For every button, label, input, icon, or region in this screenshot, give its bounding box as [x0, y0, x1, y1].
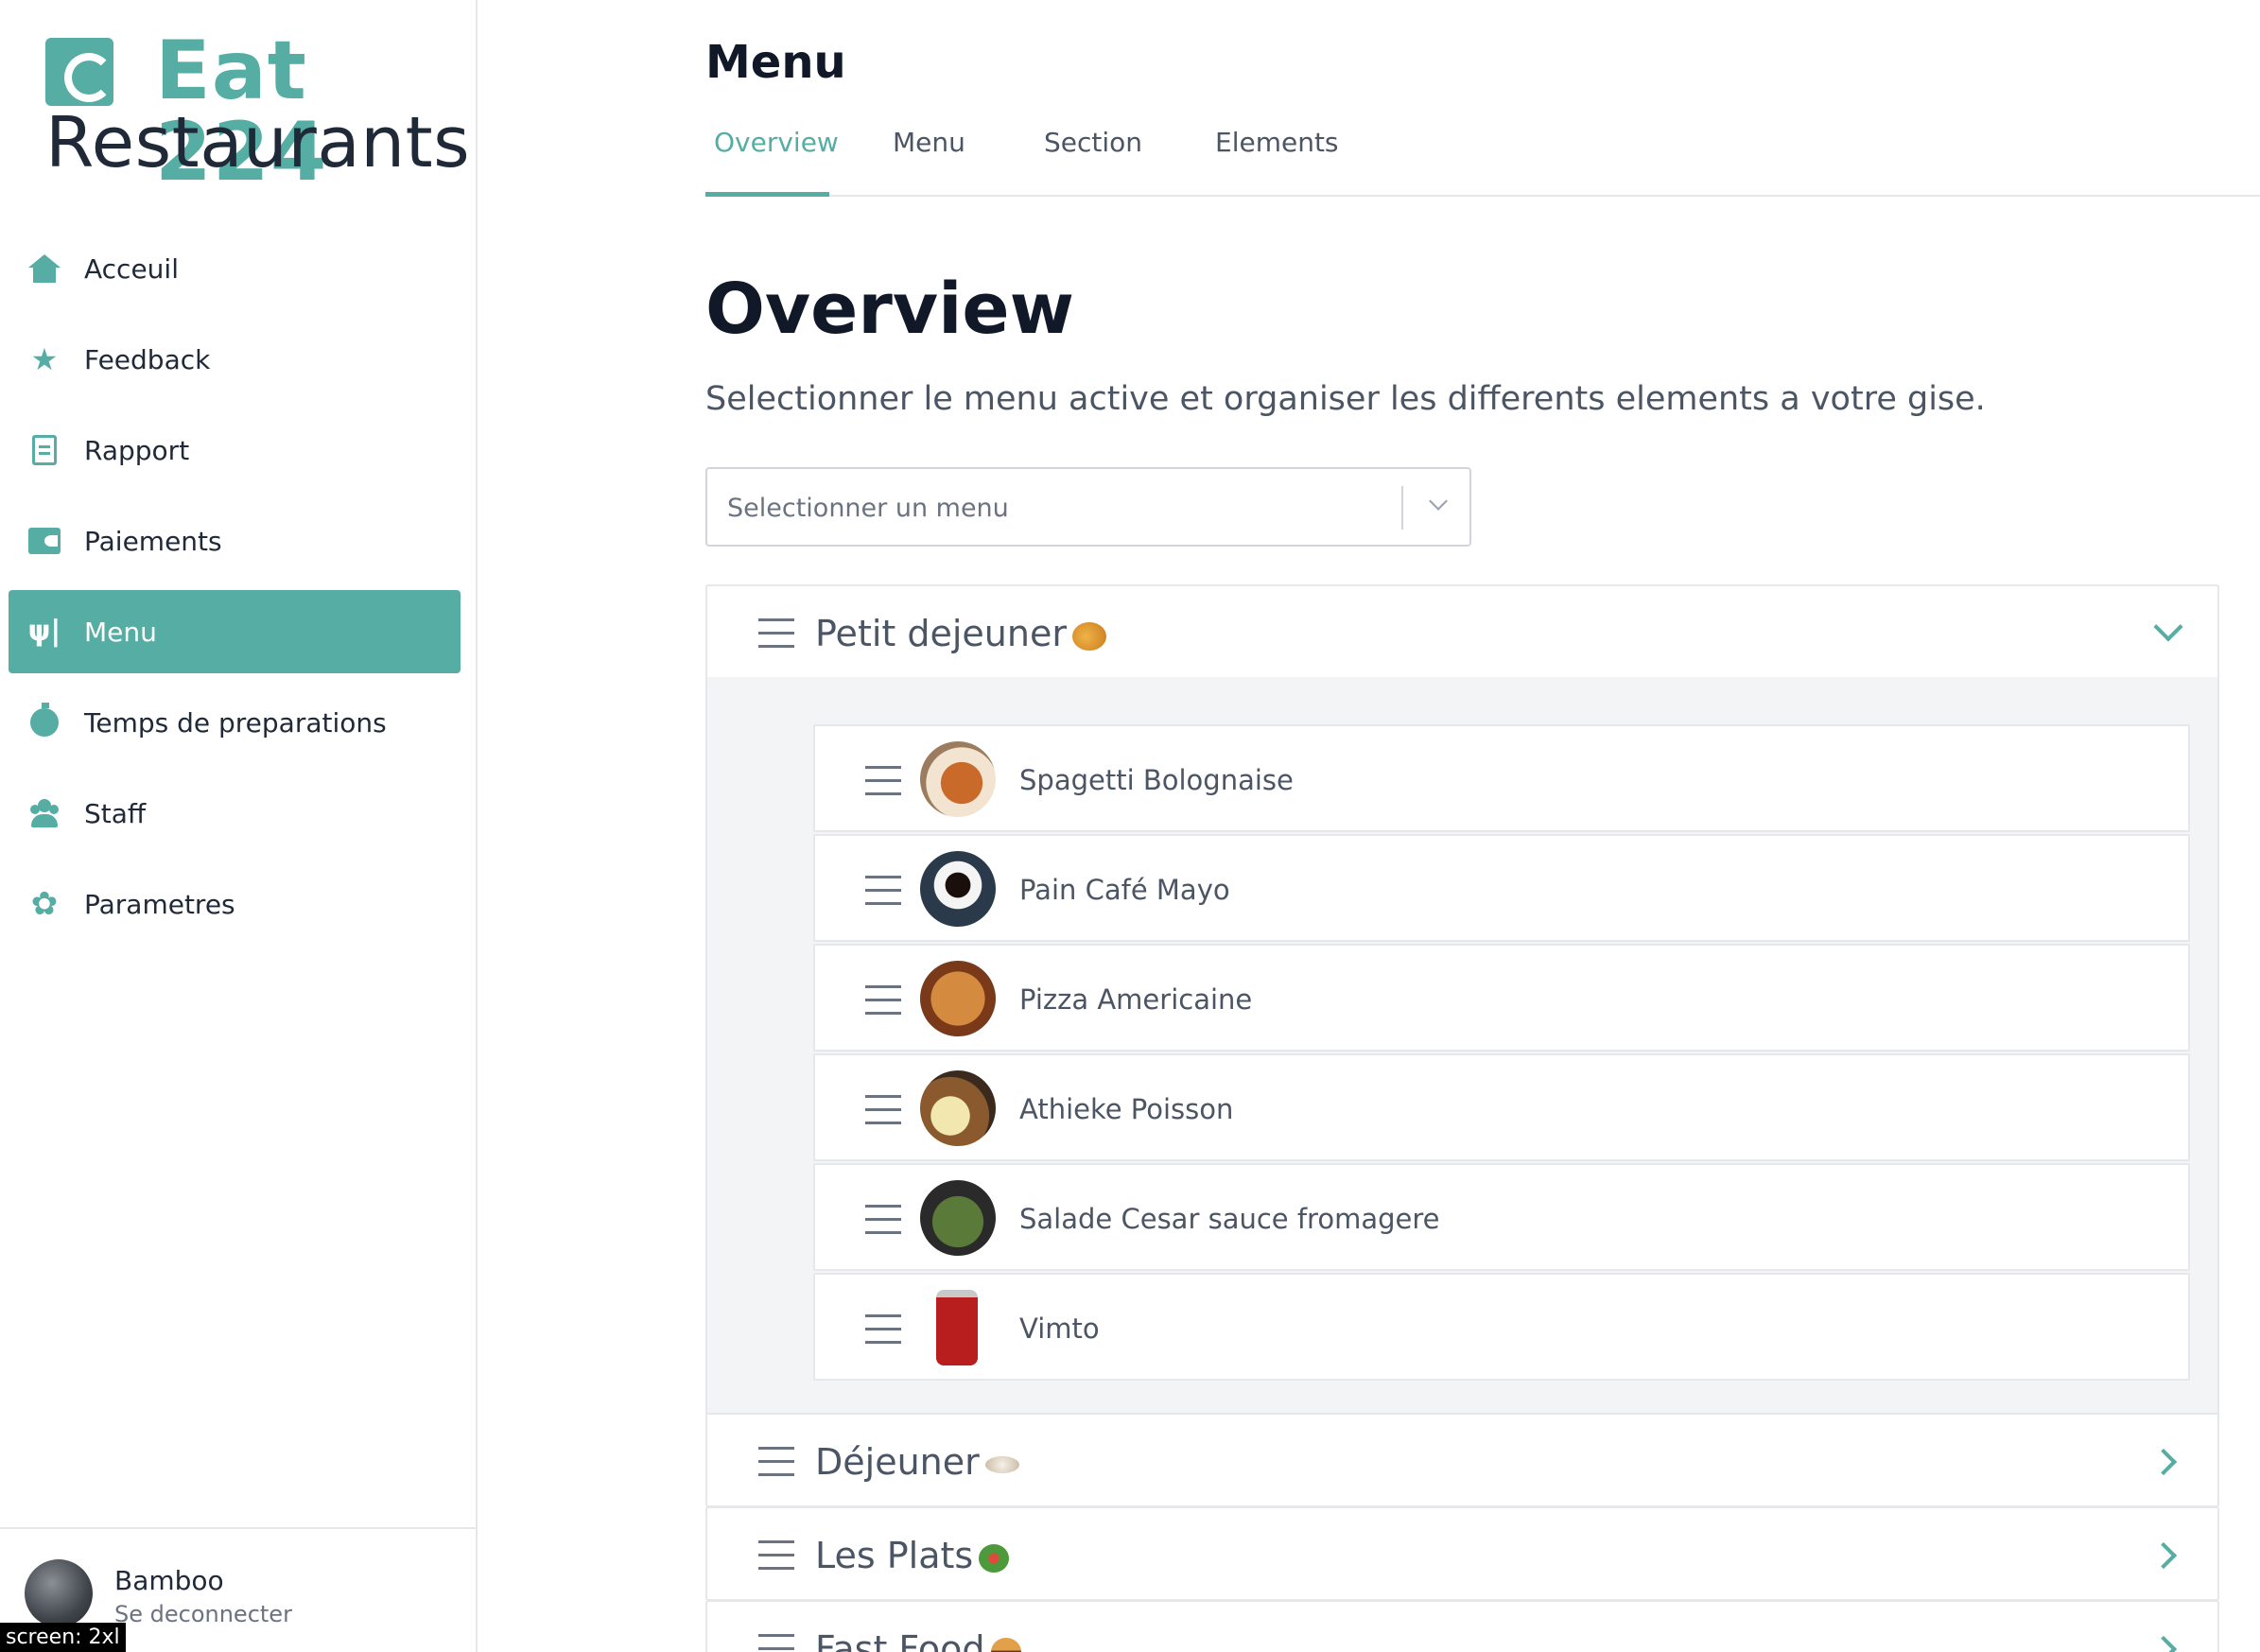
logo-sub-text: Restaurants: [45, 102, 471, 183]
sidebar-item-label: Acceuil: [84, 252, 179, 285]
chevron-down-icon[interactable]: [2153, 612, 2183, 642]
drag-handle-icon[interactable]: [758, 1540, 794, 1571]
menu-section-title: Les Plats: [815, 1535, 1010, 1576]
drag-handle-icon[interactable]: [865, 1205, 901, 1235]
list-item[interactable]: Pizza Americaine: [813, 944, 2190, 1052]
document-icon: [27, 433, 61, 467]
sidebar-item-label: Menu: [84, 616, 157, 648]
people-icon: [27, 796, 61, 830]
star-icon: ★: [30, 341, 59, 377]
tab-bar: Overview Menu Section Elements: [705, 115, 2260, 197]
tab-menu[interactable]: Menu: [893, 127, 965, 197]
sidebar: Eat 224 Restaurants Acceuil ★ Feedback R…: [0, 0, 478, 1652]
drag-handle-icon[interactable]: [865, 1314, 901, 1345]
sidebar-item-temps-de-preparations[interactable]: Temps de preparations: [9, 681, 461, 764]
main-content: Menu Overview Menu Section Elements Over…: [478, 0, 2260, 1652]
tab-overview[interactable]: Overview: [705, 127, 839, 197]
item-name: Vimto: [1019, 1313, 1100, 1345]
menu-section-title-text: Petit dejeuner: [815, 613, 1067, 654]
home-icon: [27, 252, 61, 286]
salad-icon: [979, 1543, 1010, 1573]
chevron-right-icon[interactable]: [2149, 1448, 2178, 1476]
menu-section-header[interactable]: Déjeuner: [705, 1413, 2219, 1507]
menu-section-header[interactable]: Les Plats: [705, 1506, 2219, 1601]
croissant-icon: [1071, 621, 1106, 651]
menu-select[interactable]: Selectionner un menu: [705, 467, 1471, 547]
menu-section-title-text: Déjeuner: [815, 1441, 980, 1483]
avatar[interactable]: [25, 1559, 93, 1627]
item-name: Athieke Poisson: [1019, 1093, 1234, 1125]
logo-mark-icon: [45, 38, 113, 106]
list-item[interactable]: Vimto: [813, 1273, 2190, 1381]
item-name: Pizza Americaine: [1019, 983, 1253, 1016]
gear-icon: ✿: [30, 885, 59, 923]
menu-section-header[interactable]: Fast Food: [705, 1600, 2219, 1652]
sidebar-item-staff[interactable]: Staff: [9, 772, 461, 855]
user-name: Bamboo: [114, 1565, 224, 1596]
select-divider: [1401, 486, 1403, 530]
fork-knife-icon: ψ|: [27, 615, 61, 648]
timer-icon: [27, 703, 61, 739]
food-thumbnail: [920, 961, 996, 1036]
menu-section-title: Petit dejeuner: [815, 613, 1106, 654]
sidebar-item-rapport[interactable]: Rapport: [9, 409, 461, 492]
menu-section-title-text: Les Plats: [815, 1535, 974, 1576]
section-heading: Overview: [705, 269, 1074, 350]
burger-icon: [990, 1637, 1021, 1652]
sidebar-item-label: Temps de preparations: [84, 706, 387, 739]
food-thumbnail: [920, 1070, 996, 1146]
item-name: Pain Café Mayo: [1019, 874, 1230, 906]
sidebar-nav: Acceuil ★ Feedback Rapport Paiements ψ| …: [9, 227, 461, 953]
sidebar-item-acceuil[interactable]: Acceuil: [9, 227, 461, 310]
list-item[interactable]: Athieke Poisson: [813, 1053, 2190, 1161]
menu-section-title: Déjeuner: [815, 1441, 1019, 1483]
sidebar-item-feedback[interactable]: ★ Feedback: [9, 318, 461, 401]
drag-handle-icon[interactable]: [758, 618, 794, 649]
bowl-icon: [984, 1455, 1019, 1473]
sidebar-item-label: Rapport: [84, 434, 190, 466]
food-thumbnail: [920, 1180, 996, 1256]
drag-handle-icon[interactable]: [758, 1634, 794, 1652]
drag-handle-icon[interactable]: [865, 985, 901, 1016]
sidebar-item-label: Feedback: [84, 343, 211, 375]
food-thumbnail: [920, 741, 996, 817]
wallet-icon: [27, 524, 61, 558]
menu-section-title-text: Fast Food: [815, 1628, 985, 1652]
screen-size-badge: screen: 2xl: [0, 1623, 126, 1652]
chevron-down-icon[interactable]: [1429, 492, 1448, 511]
logout-link[interactable]: Se deconnecter: [114, 1601, 292, 1627]
sidebar-item-label: Paiements: [84, 525, 222, 557]
menu-section-title: Fast Food: [815, 1628, 1021, 1652]
item-name: Salade Cesar sauce fromagere: [1019, 1203, 1440, 1235]
item-name: Spagetti Bolognaise: [1019, 764, 1294, 796]
sidebar-item-label: Staff: [84, 797, 147, 829]
menu-section-header[interactable]: Petit dejeuner: [705, 584, 2219, 679]
food-thumbnail: [920, 851, 996, 927]
sidebar-item-label: Parametres: [84, 888, 235, 920]
list-item[interactable]: Pain Café Mayo: [813, 834, 2190, 942]
list-item[interactable]: Spagetti Bolognaise: [813, 724, 2190, 832]
drag-handle-icon[interactable]: [865, 1095, 901, 1125]
drag-handle-icon[interactable]: [865, 766, 901, 796]
drag-handle-icon[interactable]: [758, 1447, 794, 1477]
chevron-right-icon[interactable]: [2149, 1541, 2178, 1570]
drag-handle-icon[interactable]: [865, 876, 901, 906]
page-title: Menu: [705, 36, 846, 89]
tab-elements[interactable]: Elements: [1215, 127, 1339, 197]
menu-select-placeholder: Selectionner un menu: [727, 494, 1009, 523]
tab-section[interactable]: Section: [1044, 127, 1142, 197]
sidebar-item-parametres[interactable]: ✿ Parametres: [9, 862, 461, 946]
menu-section-items: Spagetti Bolognaise Pain Café Mayo Pizza…: [705, 677, 2219, 1415]
chevron-right-icon[interactable]: [2149, 1635, 2178, 1652]
sidebar-item-paiements[interactable]: Paiements: [9, 499, 461, 583]
page-description: Selectionner le menu active et organiser…: [705, 380, 1986, 418]
drink-thumbnail: [936, 1290, 978, 1365]
brand-logo[interactable]: Eat 224 Restaurants: [45, 30, 470, 193]
list-item[interactable]: Salade Cesar sauce fromagere: [813, 1163, 2190, 1271]
sidebar-item-menu[interactable]: ψ| Menu: [9, 590, 461, 673]
